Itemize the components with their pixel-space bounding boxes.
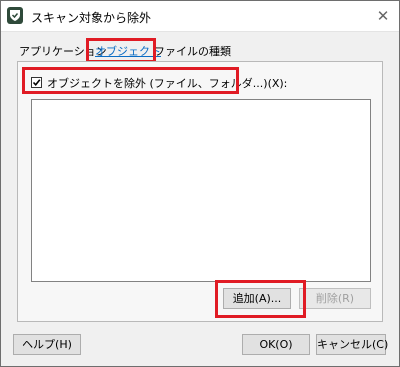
highlight-box-tab — [86, 38, 156, 63]
help-button[interactable]: ヘルプ(H) — [13, 334, 81, 355]
tab-file-types[interactable]: ファイルの種類 — [154, 43, 231, 59]
title-bar: スキャン対象から除外 ✕ — [1, 1, 399, 32]
excluded-objects-list[interactable] — [31, 99, 371, 282]
ok-button[interactable]: OK(O) — [242, 334, 310, 355]
remove-button[interactable]: 削除(R) — [299, 288, 371, 309]
window-title: スキャン対象から除外 — [31, 11, 152, 25]
close-icon[interactable]: ✕ — [373, 6, 393, 26]
highlight-box-checkbox — [22, 67, 239, 94]
cancel-button[interactable]: キャンセル(C) — [316, 334, 388, 355]
exclude-dialog: スキャン対象から除外 ✕ アプリケーション オブジェクト ファイルの種類 オブジ… — [0, 0, 400, 367]
highlight-box-add — [215, 280, 306, 318]
shield-icon — [7, 7, 23, 24]
